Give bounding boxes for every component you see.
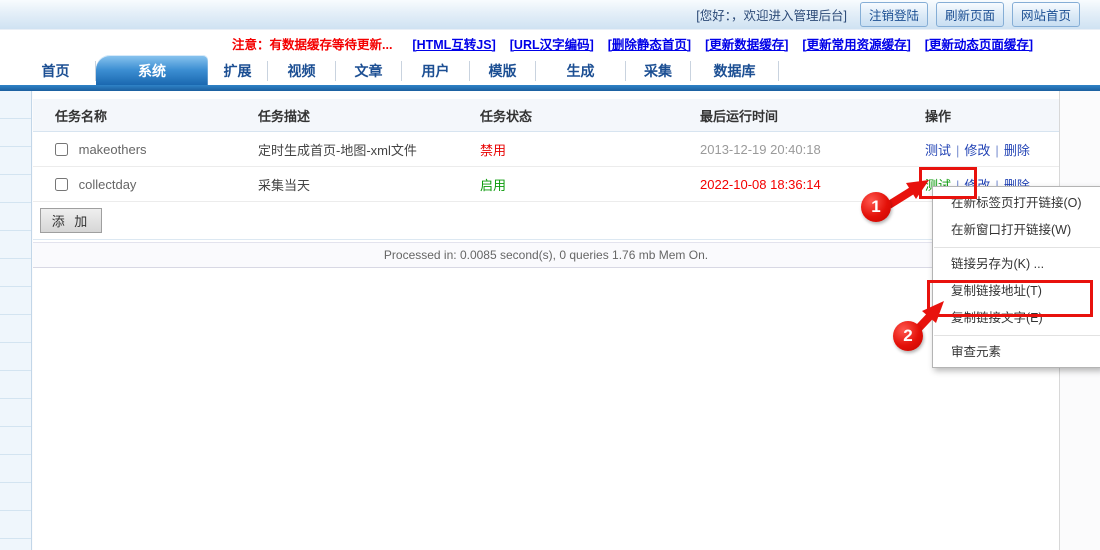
tab-collect[interactable]: 采集 xyxy=(626,61,691,81)
main-nav: 首页 系统 扩展 视频 文章 用户 模版 生成 采集 数据库 xyxy=(0,56,1100,85)
task-name: makeothers xyxy=(79,142,147,157)
processed-info-text: Processed in: 0.0085 second(s), 0 querie… xyxy=(384,248,708,262)
tab-extend[interactable]: 扩展 xyxy=(208,61,268,81)
col-task-status: 任务状态 xyxy=(480,106,700,125)
task-desc: 定时生成首页-地图-xml文件 xyxy=(258,140,480,159)
col-task-name: 任务名称 xyxy=(55,106,258,125)
add-task-button[interactable]: 添 加 xyxy=(40,208,102,233)
op-delete[interactable]: 删除 xyxy=(1004,143,1030,158)
menu-separator xyxy=(934,247,1100,248)
menu-item-open-new-window[interactable]: 在新窗口打开链接(W) xyxy=(933,217,1100,244)
link-delete-static-home[interactable]: [删除静态首页] xyxy=(608,34,691,53)
menu-separator xyxy=(934,335,1100,336)
tab-home[interactable]: 首页 xyxy=(16,61,96,81)
notice-row: 注意：有数据缓存等待更新... [HTML互转JS] [URL汉字编码] [删除… xyxy=(0,30,1100,56)
table-header-row: 任务名称 任务描述 任务状态 最后运行时间 操作 xyxy=(33,99,1059,132)
col-task-desc: 任务描述 xyxy=(258,106,480,125)
top-header-bar: [您好：，欢迎进入管理后台] 注销登陆 刷新页面 网站首页 xyxy=(0,0,1100,30)
tab-article[interactable]: 文章 xyxy=(336,61,402,81)
last-run-time: 2022-10-08 18:36:14 xyxy=(700,177,925,192)
task-panel: 任务名称 任务描述 任务状态 最后运行时间 操作 makeothers 定时生成… xyxy=(33,91,1060,550)
status-badge: 启用 xyxy=(480,175,700,194)
cache-warning-text: 注意：有数据缓存等待更新... xyxy=(232,34,392,53)
link-update-resource-cache[interactable]: [更新常用资源缓存] xyxy=(802,34,910,53)
task-desc: 采集当天 xyxy=(258,175,480,194)
last-run-time: 2013-12-19 20:40:18 xyxy=(700,142,925,157)
table-row: collectday 采集当天 启用 2022-10-08 18:36:14 测… xyxy=(33,167,1059,202)
tab-user[interactable]: 用户 xyxy=(402,61,470,81)
col-operations: 操作 xyxy=(925,106,1059,125)
left-collapsed-menu-strip xyxy=(0,91,32,550)
link-update-dynamic-cache[interactable]: [更新动态页面缓存] xyxy=(925,34,1033,53)
refresh-page-button[interactable]: 刷新页面 xyxy=(936,2,1004,27)
menu-item-save-link-as[interactable]: 链接另存为(K) ... xyxy=(933,251,1100,278)
row-checkbox[interactable] xyxy=(55,143,68,156)
status-bar: Processed in: 0.0085 second(s), 0 querie… xyxy=(33,242,1059,268)
task-name: collectday xyxy=(79,177,137,192)
divider xyxy=(33,239,1059,240)
tab-system[interactable]: 系统 xyxy=(96,55,208,85)
op-test[interactable]: 测试 xyxy=(925,143,951,158)
menu-item-open-new-tab[interactable]: 在新标签页打开链接(O) xyxy=(933,190,1100,217)
col-last-run-time: 最后运行时间 xyxy=(700,106,925,125)
row-checkbox[interactable] xyxy=(55,178,68,191)
table-row: makeothers 定时生成首页-地图-xml文件 禁用 2013-12-19… xyxy=(33,132,1059,167)
tab-video[interactable]: 视频 xyxy=(268,61,336,81)
menu-item-copy-link-text[interactable]: 复制链接文字(E) xyxy=(933,305,1100,332)
link-url-encode[interactable]: [URL汉字编码] xyxy=(510,34,594,53)
welcome-text: [您好：，欢迎进入管理后台] xyxy=(696,5,847,24)
tab-database[interactable]: 数据库 xyxy=(691,61,779,81)
tab-generate[interactable]: 生成 xyxy=(536,61,626,81)
status-badge: 禁用 xyxy=(480,140,700,159)
menu-item-inspect-element[interactable]: 审查元素 xyxy=(933,339,1100,366)
site-home-button[interactable]: 网站首页 xyxy=(1012,2,1080,27)
logout-button[interactable]: 注销登陆 xyxy=(860,2,928,27)
link-html-to-js[interactable]: [HTML互转JS] xyxy=(412,34,495,53)
op-modify[interactable]: 修改 xyxy=(964,143,990,158)
link-update-data-cache[interactable]: [更新数据缓存] xyxy=(705,34,788,53)
tab-template[interactable]: 模版 xyxy=(470,61,536,81)
context-menu: 在新标签页打开链接(O) 在新窗口打开链接(W) 链接另存为(K) ... 复制… xyxy=(932,186,1100,368)
menu-item-copy-link-address[interactable]: 复制链接地址(T) xyxy=(933,278,1100,305)
